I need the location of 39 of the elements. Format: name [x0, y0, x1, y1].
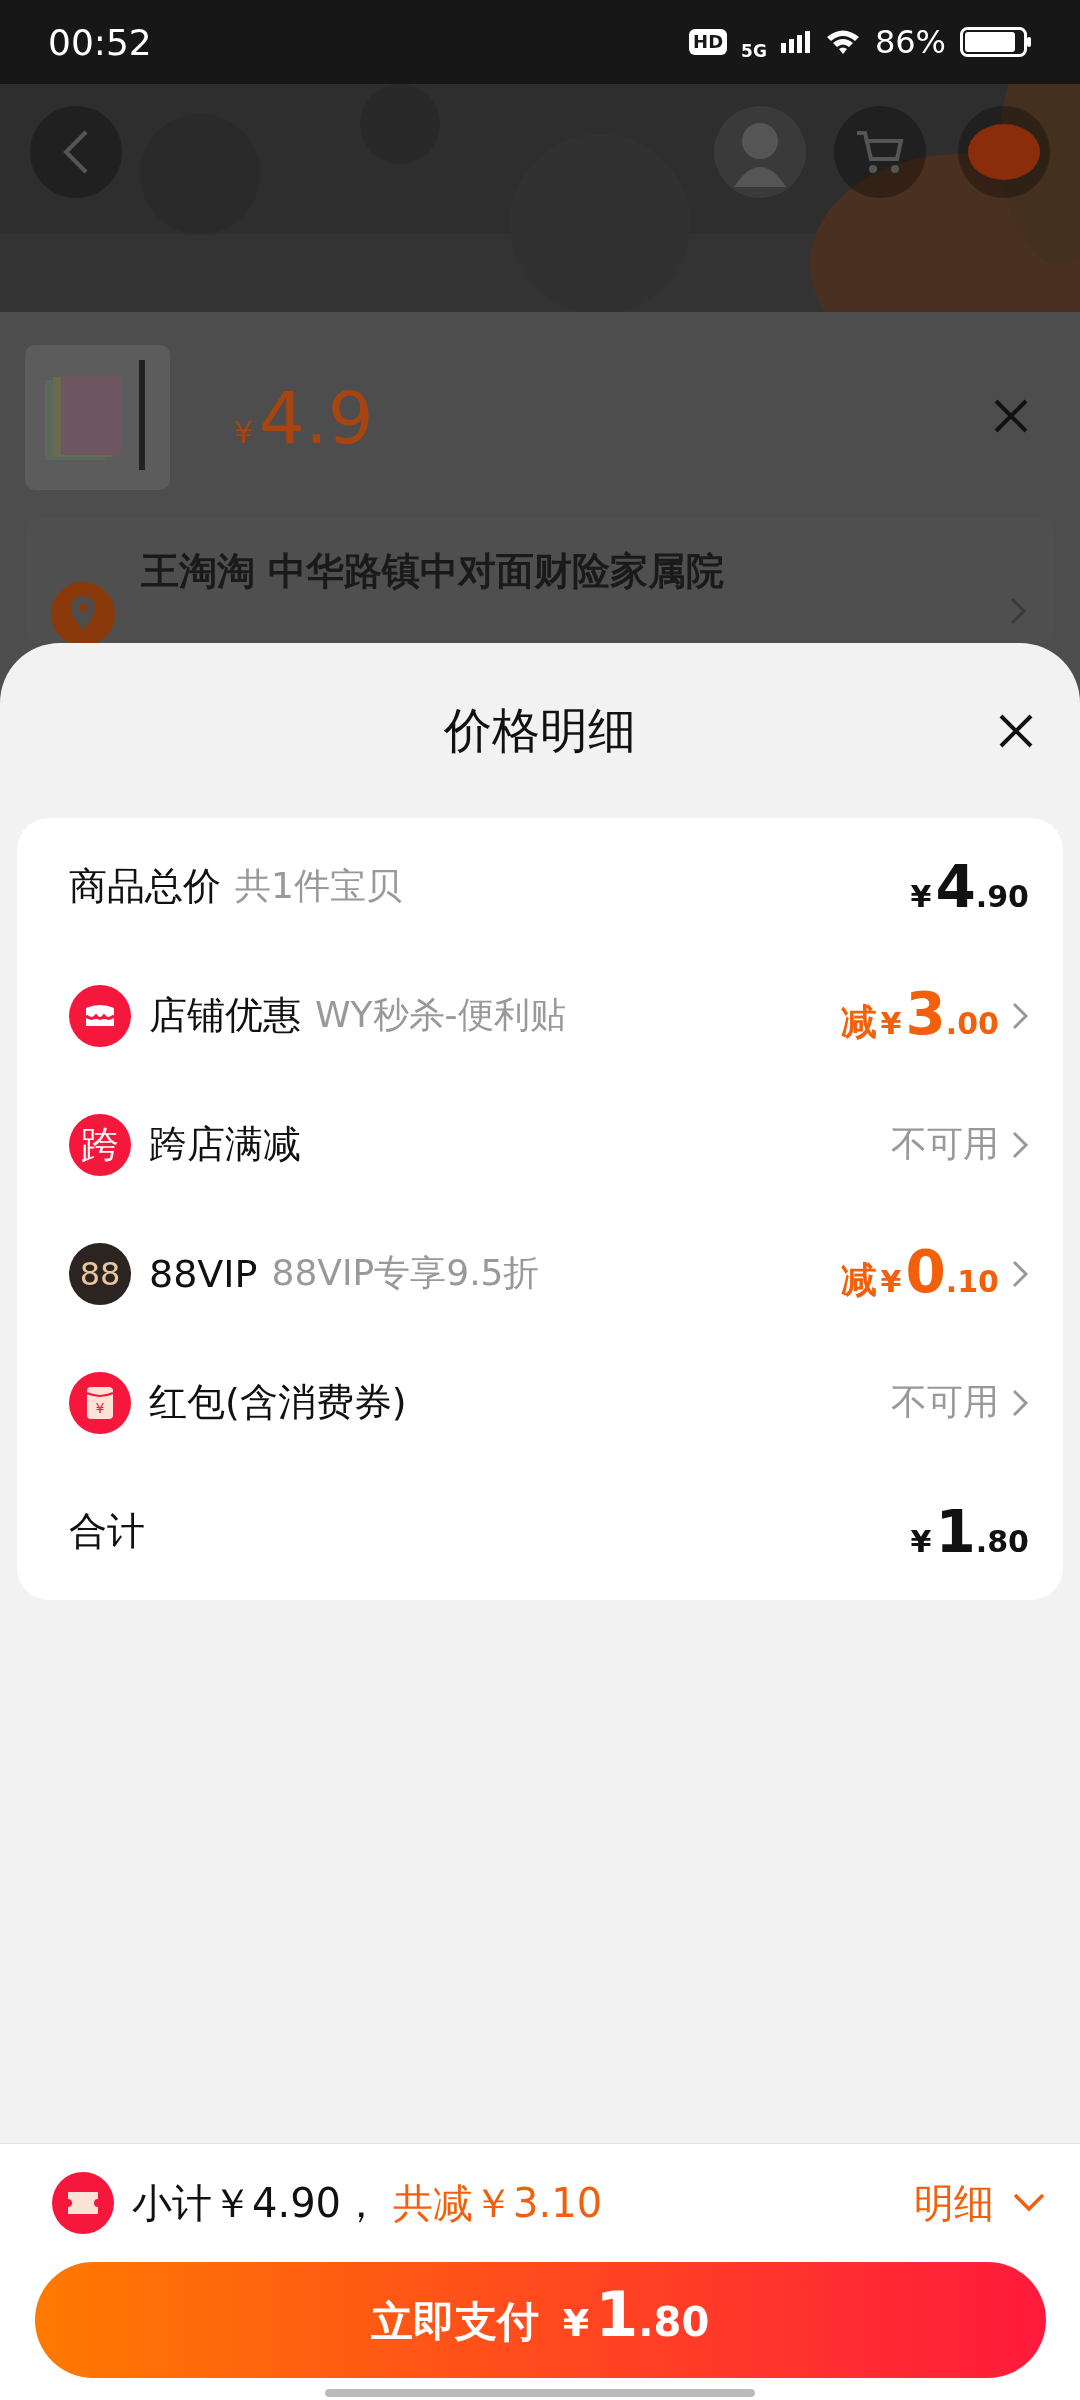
amount: 减¥3.00	[840, 984, 999, 1047]
row-note: 共1件宝贝	[235, 864, 402, 908]
chevron-right-icon	[1011, 1000, 1029, 1031]
amount: ¥1.80	[910, 1502, 1029, 1561]
row-label: 跨店满减	[149, 1121, 301, 1168]
network-label: 5G	[741, 41, 767, 61]
product-price: ¥4.9	[234, 375, 374, 460]
badge-icon: 跨	[69, 1113, 131, 1176]
row-label: 商品总价	[69, 863, 221, 910]
details-toggle[interactable]: 明细	[914, 2175, 1046, 2231]
amount: 减¥0.10	[840, 1242, 999, 1305]
badge-icon: 88	[69, 1242, 131, 1305]
envelope-icon: ¥	[69, 1371, 131, 1434]
discount-total: 共减￥3.10	[393, 2178, 603, 2228]
cart-icon	[855, 129, 905, 175]
row-note: WY秒杀-便利贴	[315, 993, 566, 1037]
hd-badge: HD	[689, 29, 728, 55]
subtotal-text: 小计￥4.90，	[132, 2178, 382, 2228]
chevron-right-icon	[1011, 1258, 1029, 1289]
chevron-right-icon	[1011, 1129, 1029, 1160]
close-icon	[998, 712, 1034, 749]
chevron-down-icon	[1012, 2192, 1046, 2214]
sheet-title: 价格明细	[444, 700, 636, 760]
pay-now-button[interactable]: 立即支付 ¥1.80	[34, 2262, 1046, 2378]
amount: ¥4.90	[910, 857, 1029, 916]
row-label: 红包(含消费券)	[149, 1379, 407, 1426]
close-icon	[993, 397, 1029, 434]
battery-icon	[960, 27, 1032, 57]
row-note: 88VIP专享9.5折	[271, 1251, 540, 1295]
status-text: 不可用	[891, 1380, 999, 1424]
row-label: 合计	[69, 1508, 145, 1555]
signal-icon	[780, 31, 811, 53]
chevron-right-icon	[1011, 1387, 1029, 1418]
row-label: 店铺优惠	[149, 992, 301, 1039]
clock: 00:52	[48, 21, 152, 63]
status-text: 不可用	[891, 1122, 999, 1166]
row-label: 88VIP	[149, 1251, 258, 1296]
battery-percent: 86%	[874, 23, 946, 61]
oval-icon	[966, 122, 1042, 182]
